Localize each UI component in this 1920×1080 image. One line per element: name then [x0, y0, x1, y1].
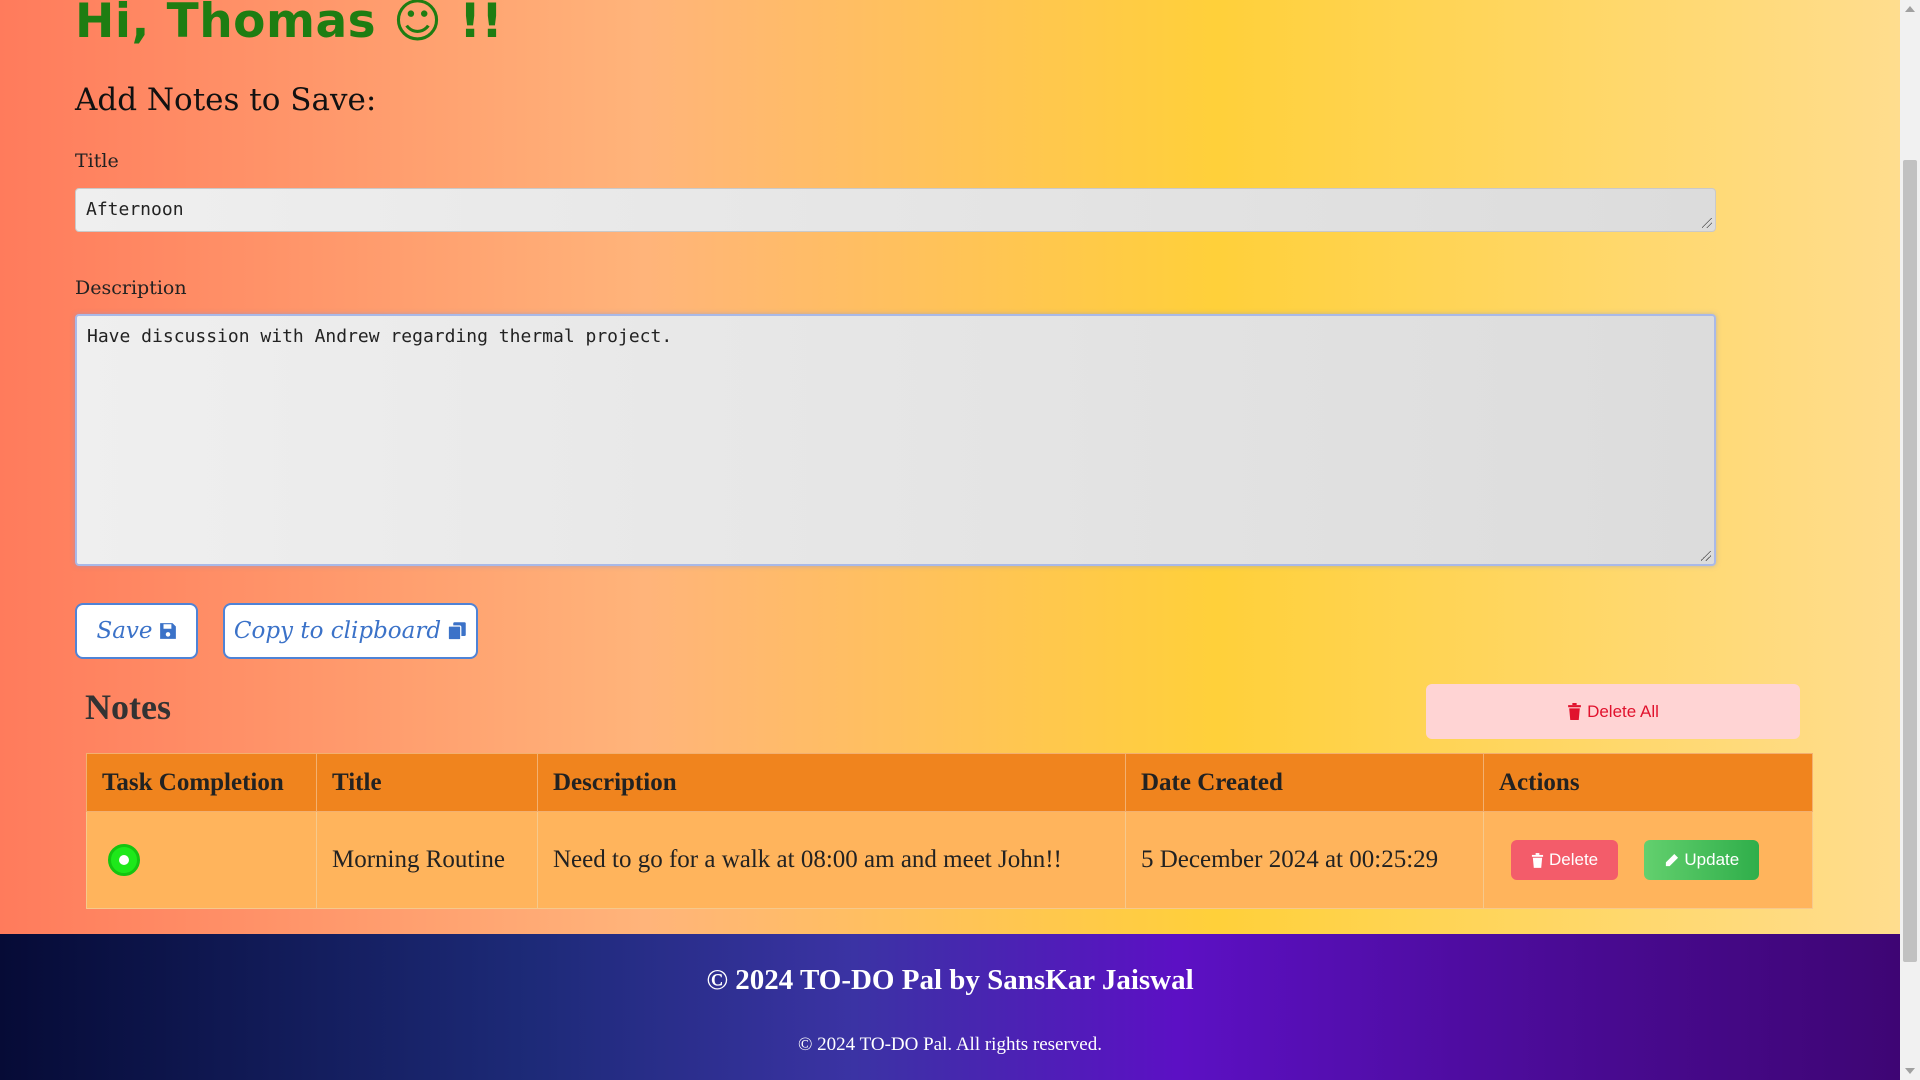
scroll-up-arrow-icon[interactable]	[1905, 6, 1915, 12]
column-header-date-created: Date Created	[1125, 753, 1484, 812]
copy-button-label: Copy to clipboard	[233, 618, 442, 644]
copy-to-clipboard-button[interactable]: Copy to clipboard	[223, 603, 478, 659]
vertical-scrollbar[interactable]	[1900, 0, 1920, 1080]
add-notes-heading: Add Notes to Save:	[75, 82, 377, 118]
column-header-task-completion: Task Completion	[86, 753, 317, 812]
greeting-heading: Hi, Thomas ☺ !!	[75, 0, 504, 49]
column-header-actions: Actions	[1483, 753, 1813, 812]
title-input-value: Afternoon	[86, 199, 184, 220]
delete-note-button[interactable]: Delete	[1511, 840, 1619, 880]
column-header-description: Description	[537, 753, 1126, 812]
description-textarea-value: Have discussion with Andrew regarding th…	[87, 326, 673, 347]
delete-all-button[interactable]: Delete All	[1426, 684, 1800, 739]
notes-table: Task Completion Title Description Date C…	[86, 753, 1813, 909]
task-completion-cell	[86, 811, 317, 909]
note-actions-cell: Delete Update	[1483, 811, 1813, 909]
floppy-disk-icon	[159, 623, 176, 639]
copy-icon	[447, 622, 466, 641]
save-button-label: Save	[96, 618, 153, 644]
trash-icon	[1568, 703, 1581, 720]
trash-icon	[1531, 852, 1544, 868]
resize-grip-icon[interactable]	[1701, 551, 1711, 561]
pencil-icon	[1666, 853, 1679, 866]
update-note-label: Update	[1684, 850, 1740, 869]
description-textarea[interactable]: Have discussion with Andrew regarding th…	[75, 314, 1716, 566]
note-description-cell: Need to go for a walk at 08:00 am and me…	[537, 811, 1126, 909]
column-header-title: Title	[316, 753, 538, 812]
note-title-cell: Morning Routine	[316, 811, 538, 909]
delete-all-label: Delete All	[1587, 701, 1659, 721]
delete-note-label: Delete	[1549, 850, 1599, 869]
save-button[interactable]: Save	[75, 603, 198, 659]
footer-title: © 2024 TO-DO Pal by SansKar Jaiswal	[706, 964, 1194, 996]
table-header-row: Task Completion Title Description Date C…	[86, 753, 1813, 812]
resize-grip-icon[interactable]	[1702, 218, 1712, 228]
scrollbar-thumb[interactable]	[1903, 160, 1917, 962]
footer-copyright: © 2024 TO-DO Pal. All rights reserved.	[798, 1034, 1102, 1055]
description-label: Description	[75, 277, 187, 299]
notes-heading: Notes	[85, 687, 171, 727]
note-date-cell: 5 December 2024 at 00:25:29	[1125, 811, 1484, 909]
main-page: Hi, Thomas ☺ !! Add Notes to Save: Title…	[0, 0, 1900, 934]
table-row: Morning Routine Need to go for a walk at…	[86, 811, 1813, 909]
title-input[interactable]: Afternoon	[75, 188, 1716, 232]
footer: © 2024 TO-DO Pal by SansKar Jaiswal © 20…	[0, 934, 1900, 1080]
task-completion-toggle[interactable]	[108, 844, 140, 876]
update-note-button[interactable]: Update	[1644, 840, 1760, 880]
scroll-down-arrow-icon[interactable]	[1905, 1068, 1915, 1074]
title-label: Title	[75, 150, 119, 172]
